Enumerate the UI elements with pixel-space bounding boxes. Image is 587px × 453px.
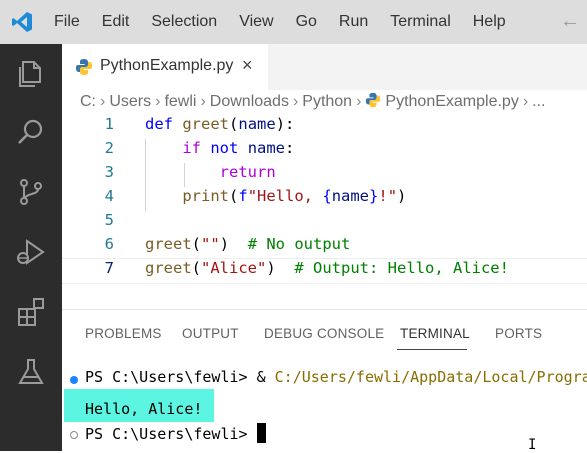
terminal-prompt: PS C:\Users\fewli> <box>85 368 248 386</box>
line-number: 5 <box>104 211 114 229</box>
menu-go[interactable]: Go <box>284 13 327 31</box>
code-line-current: 7 greet("Alice") # Output: Hello, Alice! <box>62 258 587 284</box>
command-success-dot-icon <box>70 376 78 384</box>
breadcrumb-item[interactable]: Users <box>109 93 151 110</box>
menu-help[interactable]: Help <box>461 13 516 31</box>
terminal-output: Hello, Alice! <box>85 400 203 418</box>
line-number: 1 <box>104 115 114 133</box>
panel-divider <box>62 309 587 310</box>
vscode-logo-icon <box>12 12 32 32</box>
terminal-output-line: Hello, Alice! <box>85 400 202 422</box>
extensions-icon[interactable] <box>15 296 47 328</box>
chevron-right-icon: › <box>292 93 299 110</box>
terminal-command-line: PS C:\Users\fewli> & C:/Users/fewli/AppD… <box>85 368 587 390</box>
python-file-icon <box>76 59 92 75</box>
line-number: 6 <box>104 235 114 253</box>
chevron-right-icon: › <box>356 93 362 110</box>
close-icon[interactable]: × <box>242 55 253 76</box>
menu-selection[interactable]: Selection <box>139 13 227 31</box>
search-icon[interactable] <box>15 116 47 148</box>
chevron-right-icon: › <box>100 93 106 110</box>
menu-bar: File Edit Selection View Go Run Terminal… <box>42 0 516 44</box>
terminal-prompt: PS C:\Users\fewli> <box>85 425 248 443</box>
tab-debug-console[interactable]: DEBUG CONSOLE <box>264 326 384 341</box>
command-empty-dot-icon <box>70 431 78 439</box>
tab-ports[interactable]: PORTS <box>495 326 542 341</box>
tab-python-example[interactable]: PythonExample.py × <box>62 44 268 90</box>
terminal-prompt-line: PS C:\Users\fewli> <box>85 423 266 445</box>
breadcrumb-item[interactable]: PythonExample.py <box>385 93 518 110</box>
breadcrumb-item[interactable]: Downloads <box>210 93 289 110</box>
chevron-right-icon: › <box>155 93 161 110</box>
line-number: 3 <box>104 163 114 181</box>
tab-terminal[interactable]: TERMINAL <box>400 326 470 341</box>
code-line: 5 <box>62 211 587 235</box>
breadcrumb-item[interactable]: C: <box>80 93 96 110</box>
testing-icon[interactable] <box>15 356 47 388</box>
tab-output[interactable]: OUTPUT <box>182 326 239 341</box>
code-editor[interactable]: 1 def greet(name): 2 if not name: 3 retu… <box>62 115 587 315</box>
menu-terminal[interactable]: Terminal <box>378 13 460 31</box>
code-text: return <box>219 163 276 181</box>
code-line: 4 print(f"Hello, {name}!") <box>62 187 587 211</box>
explorer-icon[interactable] <box>15 58 47 90</box>
code-text: def greet(name): <box>145 115 295 133</box>
active-tab-indicator <box>397 349 467 350</box>
code-text: greet("Alice") # Output: Hello, Alice! <box>145 259 509 277</box>
panel-tab-bar: PROBLEMS OUTPUT DEBUG CONSOLE TERMINAL P… <box>62 318 587 354</box>
menu-edit[interactable]: Edit <box>90 13 140 31</box>
title-bar: File Edit Selection View Go Run Terminal… <box>0 0 587 44</box>
terminal-command-path: C:/Users/fewli/AppData/Local/Progra <box>274 368 587 386</box>
breadcrumb-item[interactable]: ... <box>532 93 545 110</box>
code-text: greet("") # No output <box>145 235 351 253</box>
breadcrumb-item[interactable]: Python <box>302 93 352 110</box>
run-debug-icon[interactable] <box>15 236 47 268</box>
chevron-right-icon: › <box>200 93 206 110</box>
code-line: 1 def greet(name): <box>62 115 587 139</box>
menu-file[interactable]: File <box>42 13 90 31</box>
breadcrumb-item[interactable]: fewli <box>164 93 196 110</box>
breadcrumb: C: › Users › fewli › Downloads › Python › PythonEx… <box>80 92 545 114</box>
python-file-icon <box>366 92 381 108</box>
code-line: 2 if not name: <box>62 139 587 163</box>
source-control-icon[interactable] <box>15 176 47 208</box>
code-line: 6 greet("") # No output <box>62 235 587 259</box>
line-number: 2 <box>104 139 114 157</box>
tab-problems[interactable]: PROBLEMS <box>85 326 162 341</box>
menu-view[interactable]: View <box>227 13 283 31</box>
terminal-command-prefix: & <box>256 368 266 386</box>
chevron-right-icon: › <box>522 93 529 110</box>
code-text: if not name: <box>182 139 295 157</box>
activity-bar <box>0 44 62 451</box>
menu-run[interactable]: Run <box>327 13 378 31</box>
back-arrow-icon[interactable]: ← <box>560 10 580 33</box>
terminal-cursor <box>256 423 266 443</box>
code-text: print(f"Hello, {name}!") <box>182 187 407 205</box>
line-number: 7 <box>104 259 114 277</box>
terminal[interactable]: PS C:\Users\fewli> & C:/Users/fewli/AppD… <box>62 368 587 451</box>
code-line: 3 return <box>62 163 587 187</box>
tab-filename: PythonExample.py <box>100 57 234 74</box>
line-number: 4 <box>104 187 114 205</box>
